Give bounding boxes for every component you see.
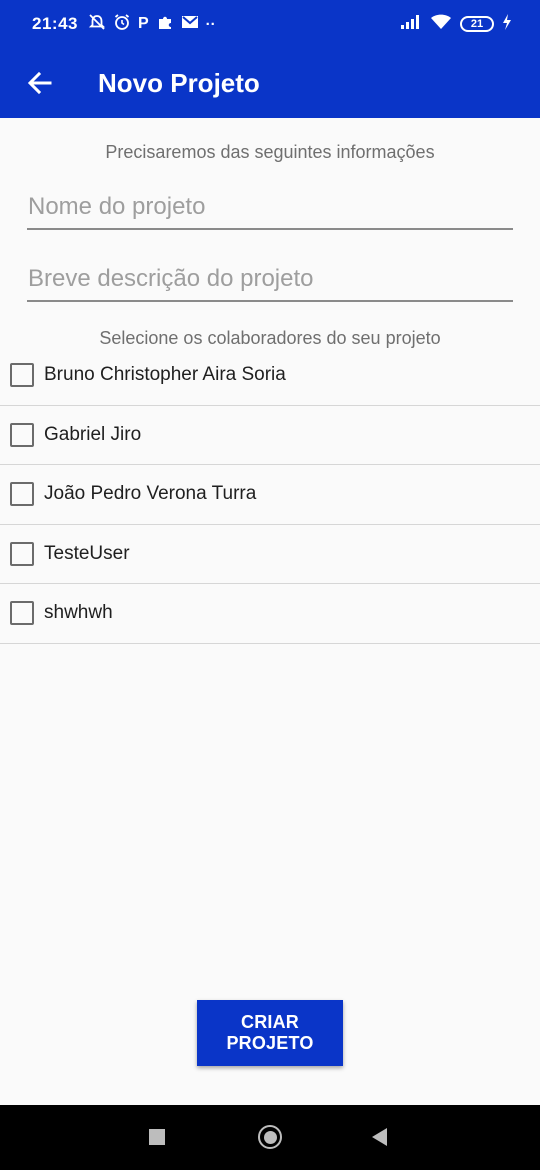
collaborator-checkbox[interactable] [10,601,34,626]
collaborator-item[interactable]: João Pedro Verona Turra [0,465,540,525]
collaborator-item[interactable]: Bruno Christopher Aira Soria [0,346,540,406]
system-nav-bar [0,1105,540,1170]
collaborator-item[interactable]: TesteUser [0,525,540,584]
collaborator-item[interactable]: shwhwh [0,584,540,644]
collaborator-checkbox[interactable] [10,541,34,566]
create-project-button[interactable]: CRIAR PROJETO [197,1000,343,1066]
home-icon-inner [263,1130,277,1144]
more-notifications: ·· [205,15,216,33]
project-description-input[interactable] [27,258,513,302]
page-title: Novo Projeto [98,67,260,98]
collaborator-name: Gabriel Jiro [44,423,142,445]
collaborators-list: Bruno Christopher Aira Soria Gabriel Jir… [0,346,540,644]
app-bar: Novo Projeto [0,48,540,118]
project-name-input[interactable] [27,186,513,230]
recents-icon[interactable] [149,1129,165,1145]
p-app-icon: P [137,15,149,32]
back-button[interactable] [10,53,70,113]
home-icon[interactable] [258,1125,282,1149]
charging-icon [502,13,512,35]
collaborator-name: João Pedro Verona Turra [44,483,257,505]
notification-icons: P ·· [88,13,216,35]
puzzle-icon [156,13,174,35]
arrow-left-icon [27,71,52,95]
collaborator-item[interactable]: Gabriel Jiro [0,406,540,465]
collaborator-name: TesteUser [44,542,130,564]
system-icons: 21 [400,13,512,35]
collaborator-name: Bruno Christopher Aira Soria [44,364,286,386]
alarm-off-icon [88,13,106,35]
status-time: 21:43 [32,14,78,33]
collaborator-checkbox[interactable] [10,363,34,388]
collaborator-checkbox[interactable] [10,422,34,447]
wifi-icon [430,14,452,35]
nav-back-icon[interactable] [372,1128,387,1146]
battery-icon: 21 [460,16,494,32]
signal-icon [400,14,422,35]
gmail-icon [181,14,199,34]
collaborator-checkbox[interactable] [10,482,34,507]
intro-text: Precisaremos das seguintes informações [105,142,435,162]
status-bar: 21:43 P ·· 21 [0,0,540,48]
alarm-icon [113,13,131,35]
collaborator-name: shwhwh [44,602,113,624]
